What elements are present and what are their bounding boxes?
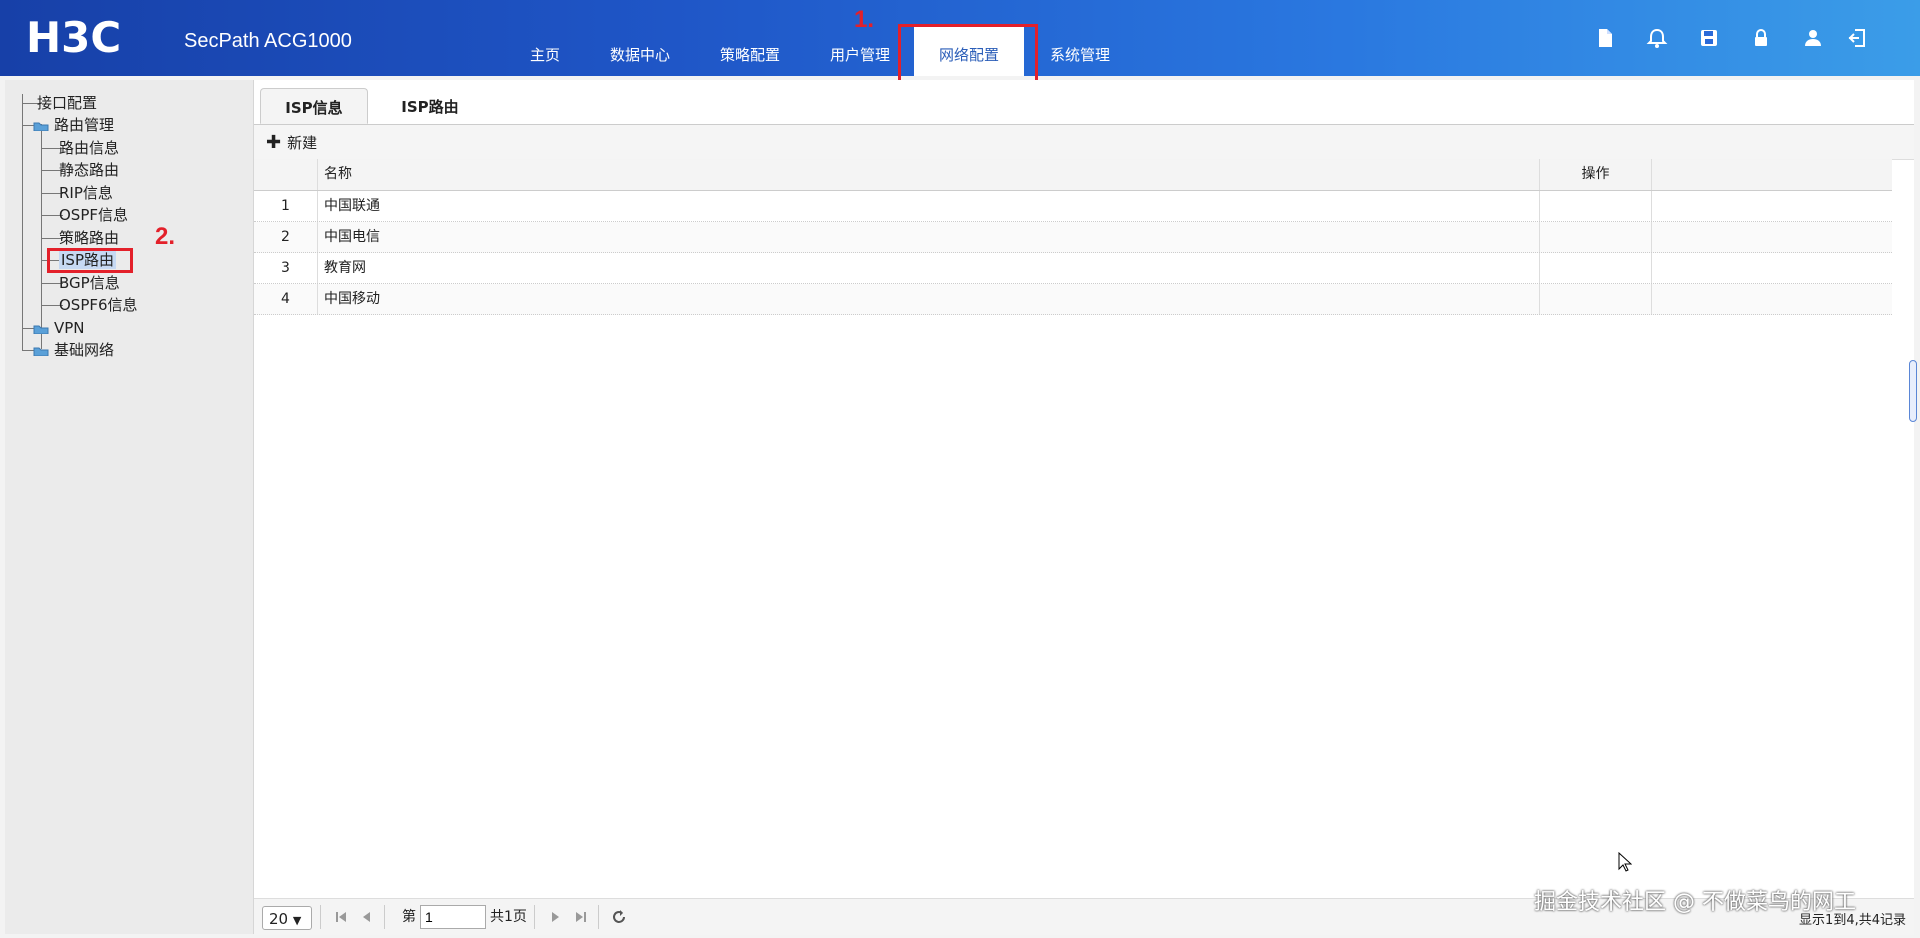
column-header-operation[interactable]: 操作	[1540, 159, 1652, 190]
sidebar-item-route-management[interactable]: 路由管理	[54, 115, 114, 135]
total-pages-label: 共1页	[490, 909, 527, 925]
table-row[interactable]: 3 教育网	[254, 253, 1892, 284]
sidebar-item-vpn[interactable]: VPN	[54, 318, 85, 338]
sidebar-item-basic-network[interactable]: 基础网络	[54, 340, 114, 360]
divider	[534, 905, 535, 929]
isp-name-cell: 中国电信	[318, 222, 1540, 252]
sidebar-item-policy-route[interactable]: 策略路由	[59, 228, 119, 248]
table-row[interactable]: 4 中国移动	[254, 284, 1892, 315]
save-icon[interactable]	[1698, 27, 1720, 49]
tree-connector	[41, 124, 42, 349]
sidebar-item-static-route[interactable]: 静态路由	[59, 160, 119, 180]
step-1-label: 1.	[854, 6, 875, 33]
row-number: 3	[254, 253, 318, 283]
row-number: 4	[254, 284, 318, 314]
user-icon[interactable]	[1802, 27, 1824, 49]
tree-connector	[22, 305, 23, 351]
divider	[320, 905, 321, 929]
operation-cell	[1540, 191, 1652, 221]
folder-icon	[33, 122, 49, 131]
next-page-icon[interactable]	[546, 908, 564, 926]
refresh-icon[interactable]	[610, 908, 628, 926]
product-name: SecPath ACG1000	[184, 30, 352, 52]
page-number-input[interactable]	[420, 905, 486, 929]
operation-cell	[1540, 253, 1652, 283]
step-2-highlight-box	[47, 248, 133, 273]
table-row[interactable]: 1 中国联通	[254, 191, 1892, 222]
folder-icon	[33, 347, 49, 356]
step-1-highlight-box	[898, 24, 1038, 86]
table-row[interactable]: 2 中国电信	[254, 222, 1892, 253]
row-number: 1	[254, 191, 318, 221]
isp-table: 名称 操作 1 中国联通 2 中国电信 3 教育网 4 中国移动	[254, 159, 1892, 315]
sidebar-item-ospf6-info[interactable]: OSPF6信息	[59, 295, 138, 315]
watermark: 掘金技术社区 @ 不做菜鸟的网工	[1534, 890, 1856, 915]
document-icon[interactable]	[1594, 27, 1616, 49]
isp-name-cell: 中国移动	[318, 284, 1540, 314]
table-header: 名称 操作	[254, 159, 1892, 191]
tab-isp-info[interactable]: ISP信息	[260, 88, 368, 124]
toolbar: ✚ 新建	[254, 125, 1914, 160]
sidebar-item-ospf-info[interactable]: OSPF信息	[59, 205, 128, 225]
page-size-select[interactable]: 20 ▼	[262, 906, 312, 930]
svg-text:H3C: H3C	[26, 14, 121, 58]
nav-policy-config[interactable]: 策略配置	[710, 25, 790, 76]
sidebar-item-route-info[interactable]: 路由信息	[59, 138, 119, 158]
operation-cell	[1540, 284, 1652, 314]
plus-icon: ✚	[266, 132, 282, 153]
divider	[384, 905, 385, 929]
operation-cell	[1540, 222, 1652, 252]
tab-isp-route[interactable]: ISP路由	[376, 88, 484, 124]
divider	[598, 905, 599, 929]
isp-name-cell: 中国联通	[318, 191, 1540, 221]
scrollbar[interactable]	[1909, 360, 1917, 422]
last-page-icon[interactable]	[572, 908, 590, 926]
bell-icon[interactable]	[1646, 27, 1668, 49]
row-number: 2	[254, 222, 318, 252]
sidebar-tree: 接口配置 路由管理 路由信息 静态路由 RIP信息 OSPF信息 策略路由 IS…	[5, 80, 254, 934]
main-content: ISP信息 ISP路由 ✚ 新建 名称 操作 1 中国联通 2 中国电信 3 教育…	[254, 80, 1914, 935]
prev-page-icon[interactable]	[358, 908, 376, 926]
column-header-name[interactable]: 名称	[318, 159, 1540, 190]
chevron-down-icon: ▼	[292, 914, 302, 927]
sidebar-item-rip-info[interactable]: RIP信息	[59, 183, 113, 203]
isp-name-cell: 教育网	[318, 253, 1540, 283]
new-button[interactable]: ✚ 新建	[266, 133, 317, 153]
nav-data-center[interactable]: 数据中心	[600, 25, 680, 76]
step-2-label: 2.	[155, 223, 176, 250]
nav-home[interactable]: 主页	[520, 25, 570, 76]
sidebar-item-bgp-info[interactable]: BGP信息	[59, 273, 120, 293]
logout-icon[interactable]	[1846, 27, 1868, 49]
first-page-icon[interactable]	[332, 908, 350, 926]
row-number-header	[254, 159, 318, 190]
mouse-cursor-icon	[1618, 852, 1632, 872]
sidebar-item-interface-config[interactable]: 接口配置	[37, 93, 97, 113]
page-prefix-label: 第	[402, 909, 416, 925]
tab-bar: ISP信息 ISP路由	[254, 88, 1914, 125]
lock-icon[interactable]	[1750, 27, 1772, 49]
nav-system-management[interactable]: 系统管理	[1040, 25, 1120, 76]
folder-icon	[33, 325, 49, 334]
h3c-logo: H3C	[26, 14, 121, 58]
